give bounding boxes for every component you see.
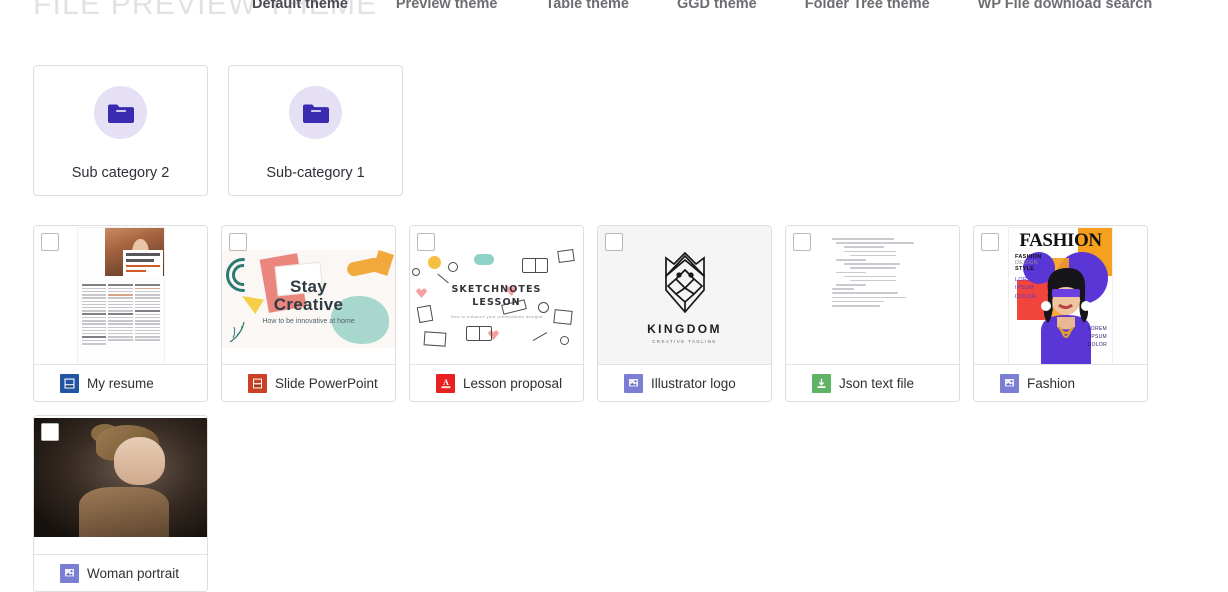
file-card-footer: Json text file: [786, 365, 959, 401]
file-name: Woman portrait: [87, 565, 180, 581]
logo-tagline: CREATIVE TAGLINE: [652, 339, 717, 344]
folder-card[interactable]: Sub-category 1: [228, 65, 403, 196]
powerpoint-slide-icon: [248, 373, 267, 393]
file-thumbnail-area[interactable]: SKETCHNOTES LESSON How to enhance your pre…: [410, 226, 583, 365]
image-file-icon: [624, 373, 643, 393]
folder-card[interactable]: Sub category 2: [33, 65, 208, 196]
file-card-footer: Woman portrait: [34, 555, 207, 591]
tab-folder-tree-theme[interactable]: Folder Tree theme: [805, 0, 954, 12]
file-card[interactable]: Woman portrait: [33, 415, 208, 592]
folder-name: Sub-category 1: [266, 165, 365, 181]
file-select-checkbox[interactable]: [981, 233, 999, 251]
file-select-checkbox[interactable]: [229, 233, 247, 251]
file-thumbnail-area[interactable]: FASHION FASHION DESIGN STYLE LOREM IPSUM DOLOR…: [974, 226, 1147, 365]
file-thumbnail: KINGDOM CREATIVE TAGLINE: [598, 226, 771, 364]
file-thumbnail: [34, 226, 207, 364]
folder-name: Sub category 2: [71, 165, 170, 181]
image-file-icon: [1000, 373, 1019, 393]
file-card-footer: My resume: [34, 365, 207, 401]
sketch-title-line1: SKETCHNOTES: [451, 284, 542, 295]
file-name: Illustrator logo: [651, 375, 736, 391]
portrait-photo-thumbnail: [34, 418, 207, 537]
file-card-footer: Slide PowerPoint: [222, 365, 395, 401]
file-grid: My resume Stay Creative How to be innovativ…: [33, 225, 1198, 592]
cover-title: FASHION: [1019, 230, 1102, 251]
file-card-footer: Fashion: [974, 365, 1147, 401]
folder-icon-wrap: [289, 86, 342, 139]
file-name: Json text file: [839, 375, 915, 391]
file-select-checkbox[interactable]: [41, 233, 59, 251]
word-document-icon: [60, 373, 79, 393]
file-name: My resume: [87, 375, 154, 391]
file-thumbnail-area[interactable]: [34, 226, 207, 365]
file-card[interactable]: SKETCHNOTES LESSON How to enhance your pre…: [409, 225, 584, 402]
image-file-icon: [60, 563, 79, 583]
fashion-cover-thumbnail: FASHION FASHION DESIGN STYLE LOREM IPSUM DOLOR…: [1009, 228, 1112, 364]
file-card[interactable]: FASHION FASHION DESIGN STYLE LOREM IPSUM DOLOR…: [973, 225, 1148, 402]
folder-icon: [302, 104, 329, 123]
json-code-thumbnail: [786, 226, 959, 364]
tab-ggd-theme[interactable]: GGD theme: [677, 0, 781, 12]
file-card[interactable]: My resume: [33, 225, 208, 402]
pdf-document-icon: A: [436, 373, 455, 393]
file-thumbnail-area[interactable]: KINGDOM CREATIVE TAGLINE: [598, 226, 771, 365]
file-thumbnail-area[interactable]: Stay Creative How to be innovative at home: [222, 226, 395, 365]
file-card[interactable]: Json text file: [785, 225, 960, 402]
logo-brand: KINGDOM: [647, 322, 722, 336]
sketch-title-line2: LESSON: [472, 296, 521, 308]
sketchnotes-thumbnail: SKETCHNOTES LESSON How to enhance your pre…: [410, 244, 583, 354]
file-name: Lesson proposal: [463, 375, 563, 391]
file-card-footer: A Lesson proposal: [410, 365, 583, 401]
ppt-subtitle: How to be innovative at home: [262, 317, 355, 325]
file-thumbnail: SKETCHNOTES LESSON How to enhance your pre…: [410, 226, 583, 364]
file-thumbnail-area[interactable]: [786, 226, 959, 365]
ppt-title-line2: Creative: [273, 294, 344, 314]
tab-wp-file-download-search[interactable]: WP File download search: [978, 0, 1177, 12]
folder-icon: [107, 104, 134, 123]
file-card-footer: Illustrator logo: [598, 365, 771, 401]
folder-list: Sub category 2 Sub-category 1: [33, 65, 403, 196]
file-select-checkbox[interactable]: [605, 233, 623, 251]
page-header: FILE PREVIEW THEME Default theme Preview …: [0, 0, 1228, 30]
file-name: Slide PowerPoint: [275, 375, 378, 391]
file-select-checkbox[interactable]: [41, 423, 59, 441]
tab-default-theme[interactable]: Default theme: [252, 0, 372, 12]
file-select-checkbox[interactable]: [417, 233, 435, 251]
theme-tab-bar: Default theme Preview theme Table theme GGD…: [252, 0, 1200, 12]
tab-preview-theme[interactable]: Preview theme: [396, 0, 522, 12]
resume-thumbnail: [77, 228, 164, 364]
powerpoint-thumbnail: Stay Creative How to be innovative at home: [222, 250, 395, 348]
file-thumbnail: FASHION FASHION DESIGN STYLE LOREM IPSUM DOLOR…: [974, 226, 1147, 364]
svg-text:A: A: [443, 378, 449, 387]
file-name: Fashion: [1027, 375, 1076, 391]
file-thumbnail: [786, 226, 959, 364]
file-thumbnail: Stay Creative How to be innovative at home: [222, 226, 395, 364]
file-card[interactable]: KINGDOM CREATIVE TAGLINE Illustrator logo: [597, 225, 772, 402]
json-file-icon: [812, 373, 831, 393]
file-thumbnail: [34, 416, 207, 554]
tab-table-theme[interactable]: Table theme: [545, 0, 653, 12]
file-select-checkbox[interactable]: [793, 233, 811, 251]
file-card[interactable]: Stay Creative How to be innovative at home…: [221, 225, 396, 402]
kingdom-logo-thumbnail: KINGDOM CREATIVE TAGLINE: [598, 226, 771, 364]
folder-icon-wrap: [94, 86, 147, 139]
sketch-subtitle: How to enhance your presentation designs: [450, 313, 543, 319]
file-thumbnail-area[interactable]: [34, 416, 207, 555]
ppt-title-line1: Stay: [289, 277, 328, 296]
